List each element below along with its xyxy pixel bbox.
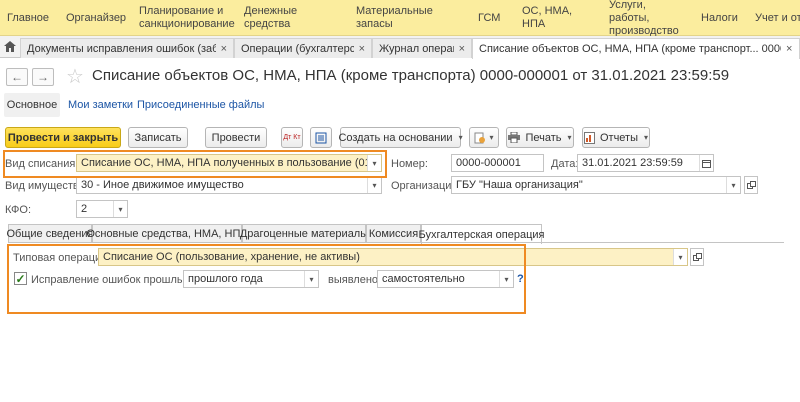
- menu-item-label: Планирование и санкционирование: [139, 5, 235, 30]
- menu-item-planning[interactable]: Планирование и санкционирование: [139, 0, 235, 36]
- chevron-down-icon: ▾: [489, 133, 494, 142]
- subnav-attached-files[interactable]: Присоединенные файлы: [137, 93, 264, 117]
- dt-kt-icon: Дт Кт: [283, 134, 301, 141]
- create-based-on-button[interactable]: Создать на основании ▾: [338, 127, 463, 148]
- open-icon: [746, 181, 756, 189]
- open-icon: [692, 253, 702, 261]
- chevron-down-icon[interactable]: ▾: [113, 201, 127, 217]
- chevron-down-icon[interactable]: ▾: [726, 177, 740, 193]
- menu-item-cash[interactable]: Денежные средства: [244, 0, 344, 36]
- menu-item-label: Органайзер: [66, 11, 127, 24]
- number-field[interactable]: 0000-000001: [451, 154, 544, 172]
- post-and-close-button[interactable]: Провести и закрыть: [5, 127, 121, 148]
- menu-item-taxes[interactable]: Налоги: [701, 0, 741, 36]
- tab-label: Списание объектов ОС, НМА, НПА (кроме тр…: [479, 43, 781, 55]
- open-typical-operation-button[interactable]: [690, 248, 704, 266]
- printer-icon: [508, 132, 521, 143]
- tab-label: Операции (бухгалтерские): [241, 42, 354, 55]
- menu-item-fuel[interactable]: ГСМ: [478, 0, 508, 36]
- close-icon[interactable]: ×: [459, 43, 465, 55]
- menu-item-label: Материальные запасы: [356, 5, 433, 30]
- kfo-label: КФО:: [5, 204, 32, 216]
- chevron-down-icon[interactable]: ▾: [367, 177, 381, 193]
- save-button[interactable]: Записать: [128, 127, 188, 148]
- print-button[interactable]: Печать ▾: [506, 127, 574, 148]
- tab-error-fix-docs[interactable]: Документы исправления ошибок (забаланс) …: [20, 38, 234, 58]
- menu-item-fixed-assets[interactable]: ОС, НМА, НПА: [522, 0, 597, 36]
- tab-accounting-operations[interactable]: Операции (бухгалтерские) ×: [234, 38, 372, 58]
- top-menu: Главное Органайзер Планирование и санкци…: [0, 0, 800, 37]
- highlight-accounting-operation: [7, 244, 526, 314]
- subnav-my-notes[interactable]: Мои заметки: [68, 93, 133, 117]
- menu-item-inventory[interactable]: Материальные запасы: [356, 0, 466, 36]
- date-label: Дата:: [551, 158, 579, 170]
- organization-label: Организация:: [391, 180, 461, 192]
- highlight-write-off-type: [3, 150, 387, 178]
- number-label: Номер:: [391, 158, 428, 170]
- calendar-icon[interactable]: [699, 155, 713, 171]
- forward-button[interactable]: →: [32, 68, 54, 86]
- menu-item-label: Учет и отч: [755, 11, 800, 24]
- home-icon[interactable]: [3, 40, 17, 53]
- report-icon: [583, 131, 595, 144]
- menu-item-services[interactable]: Услуги, работы, производство: [609, 0, 689, 37]
- close-icon[interactable]: ×: [221, 43, 227, 55]
- close-icon[interactable]: ×: [786, 43, 792, 55]
- kfo-select[interactable]: 2 ▾: [76, 200, 128, 218]
- organization-select[interactable]: ГБУ "Наша организация" ▾: [451, 176, 741, 194]
- list-button[interactable]: [310, 127, 332, 148]
- subnav-main[interactable]: Основное: [4, 93, 60, 117]
- menu-item-accounting[interactable]: Учет и отч: [755, 0, 800, 36]
- tab-commission[interactable]: Комиссия: [366, 224, 421, 243]
- tab-precious-materials[interactable]: Драгоценные материалы: [240, 224, 368, 243]
- calendar-icon-glyph: [702, 159, 711, 168]
- menu-item-label: Главное: [7, 11, 50, 24]
- document-settings-icon: [474, 132, 486, 143]
- list-icon: [315, 132, 327, 143]
- close-icon[interactable]: ×: [359, 43, 365, 55]
- arrow-left-icon: ←: [11, 70, 23, 84]
- menu-item-label: ГСМ: [478, 11, 501, 24]
- tab-operations-journal[interactable]: Журнал операций ×: [372, 38, 472, 58]
- page-title: Списание объектов ОС, НМА, НПА (кроме тр…: [92, 67, 730, 84]
- reports-button[interactable]: Отчеты ▾: [582, 127, 650, 148]
- tab-general-info[interactable]: Общие сведения: [6, 224, 94, 243]
- field-value: 2: [81, 203, 88, 215]
- field-value: 30 - Иное движимое имущество: [81, 179, 244, 191]
- back-button[interactable]: ←: [6, 68, 28, 86]
- chevron-down-icon: ▾: [458, 133, 463, 142]
- menu-item-organizer[interactable]: Органайзер: [66, 0, 126, 36]
- attachments-button[interactable]: ▾: [469, 127, 499, 148]
- tab-write-off-document[interactable]: Списание объектов ОС, НМА, НПА (кроме тр…: [472, 38, 800, 59]
- tab-label: Документы исправления ошибок (забаланс): [27, 42, 216, 55]
- menu-item-label: Услуги, работы, производство: [609, 0, 679, 37]
- button-label: Создать на основании: [338, 131, 453, 144]
- menu-item-main[interactable]: Главное: [7, 0, 50, 36]
- chevron-down-icon: ▾: [567, 133, 572, 142]
- open-tabs-bar: Документы исправления ошибок (забаланс) …: [0, 36, 800, 59]
- open-organization-button[interactable]: [744, 176, 758, 194]
- chevron-down-icon[interactable]: ▾: [673, 249, 687, 265]
- favorite-star-icon[interactable]: ☆: [66, 64, 84, 89]
- menu-item-label: Налоги: [701, 11, 738, 24]
- button-label: Отчеты: [599, 131, 638, 144]
- tab-accounting-operation[interactable]: Бухгалтерская операция: [419, 224, 544, 244]
- date-field[interactable]: 31.01.2021 23:59:59: [577, 154, 714, 172]
- field-value: ГБУ "Наша организация": [456, 179, 583, 191]
- arrow-right-icon: →: [37, 70, 49, 84]
- field-value: 31.01.2021 23:59:59: [582, 157, 683, 169]
- chevron-down-icon: ▾: [644, 133, 649, 142]
- menu-item-label: ОС, НМА, НПА: [522, 5, 573, 30]
- post-button[interactable]: Провести: [205, 127, 267, 148]
- dt-kt-button[interactable]: Дт Кт: [281, 127, 303, 148]
- tab-label: Журнал операций: [379, 42, 454, 55]
- menu-item-label: Денежные средства: [244, 5, 298, 30]
- property-type-select[interactable]: 30 - Иное движимое имущество ▾: [76, 176, 382, 194]
- tab-fixed-assets[interactable]: Основные средства, НМА, НПА: [86, 224, 248, 243]
- button-label: Печать: [525, 131, 562, 144]
